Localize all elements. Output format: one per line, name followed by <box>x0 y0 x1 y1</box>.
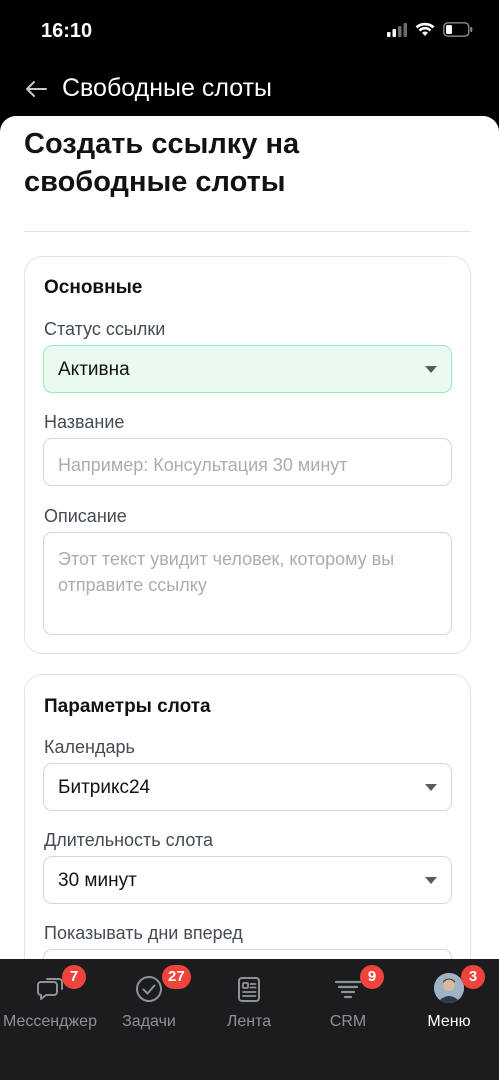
user-avatar-icon <box>434 973 464 1003</box>
duration-value: 30 минут <box>58 870 137 891</box>
title-divider <box>24 231 471 232</box>
slot-params-heading: Параметры слота <box>44 696 211 717</box>
tab-feed[interactable]: Лента <box>199 973 299 1033</box>
back-button[interactable] <box>22 76 50 102</box>
link-status-label: Статус ссылки <box>44 319 166 339</box>
page-title: Создать ссылку на свободные слоты <box>24 128 300 198</box>
menu-badge: 3 <box>461 965 485 989</box>
tasks-badge: 27 <box>162 965 191 989</box>
duration-select[interactable]: 30 минут <box>43 856 452 904</box>
feed-icon <box>238 977 260 1002</box>
days-ahead-select[interactable] <box>43 949 452 959</box>
link-status-value: Активна <box>58 359 130 380</box>
tab-messenger-label: Мессенджер <box>3 1013 97 1030</box>
tab-crm-label: CRM <box>329 1013 367 1030</box>
tab-menu-label: Меню <box>427 1013 471 1030</box>
wifi-icon <box>415 22 435 36</box>
tab-tasks-label: Задачи <box>122 1013 176 1030</box>
avatar <box>434 973 464 1003</box>
status-time: 16:10 <box>41 20 93 42</box>
messenger-badge: 7 <box>62 965 86 989</box>
caret-down-icon <box>425 784 437 791</box>
content-sheet: Создать ссылку на свободные слоты Основн… <box>0 116 499 959</box>
calendar-value: Битрикс24 <box>58 777 151 798</box>
duration-label: Длительность слота <box>44 830 214 850</box>
name-placeholder: Например: Консультация 30 минут <box>58 455 348 475</box>
calendar-select[interactable]: Битрикс24 <box>43 763 452 811</box>
crm-badge: 9 <box>360 965 384 989</box>
tab-feed-label: Лента <box>226 1013 272 1030</box>
arrow-left-icon <box>26 81 47 97</box>
tab-tasks[interactable]: 27 Задачи <box>99 965 199 1033</box>
bottom-tab-bar: 7 Мессенджер 27 Задачи Лента 9 CRM 3 Мен… <box>0 959 499 1080</box>
nav-bar: Свободные слоты <box>0 62 499 116</box>
description-placeholder: Этот текст увидит человек, которому вы о… <box>58 549 395 595</box>
description-textarea[interactable]: Этот текст увидит человек, которому вы о… <box>43 532 452 635</box>
caret-down-icon <box>425 877 437 884</box>
nav-title: Свободные слоты <box>62 74 272 102</box>
name-label: Название <box>44 412 125 432</box>
calendar-label: Календарь <box>44 737 135 757</box>
description-label: Описание <box>44 506 127 526</box>
status-bar: 16:10 <box>0 0 499 62</box>
status-icons <box>387 22 473 37</box>
slot-params-card: Параметры слота Календарь Битрикс24 Длит… <box>24 674 471 959</box>
name-input[interactable]: Например: Консультация 30 минут <box>43 438 452 486</box>
link-status-select[interactable]: Активна <box>43 345 452 393</box>
tasks-icon <box>136 976 162 1002</box>
cellular-signal-icon <box>387 22 407 37</box>
tab-menu[interactable]: 3 Меню <box>399 965 499 1033</box>
main-settings-card: Основные Статус ссылки Активна Название … <box>24 256 471 654</box>
tab-messenger[interactable]: 7 Мессенджер <box>0 965 100 1033</box>
days-ahead-label: Показывать дни вперед <box>44 923 243 943</box>
main-settings-heading: Основные <box>44 277 143 298</box>
battery-icon <box>443 22 473 37</box>
caret-down-icon <box>425 366 437 373</box>
tab-crm[interactable]: 9 CRM <box>298 965 398 1033</box>
